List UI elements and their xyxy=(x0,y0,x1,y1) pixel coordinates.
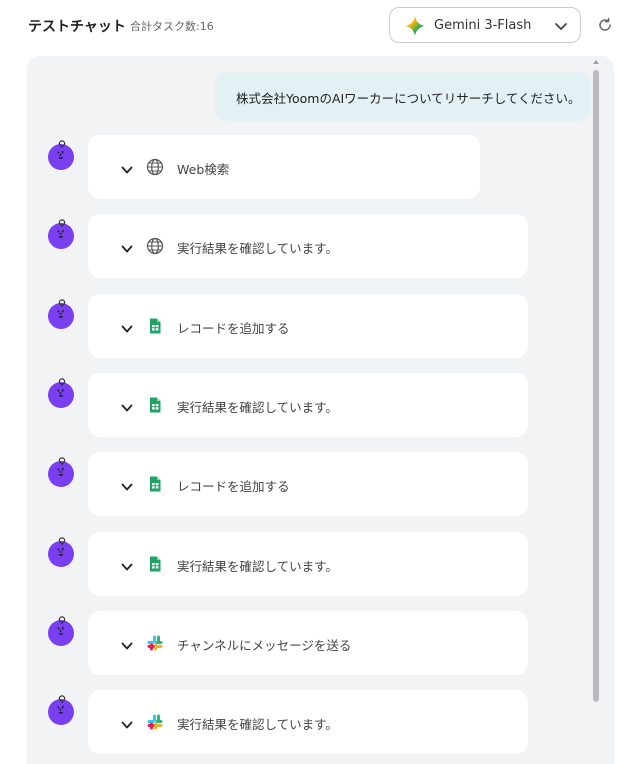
step-card[interactable]: 実行結果を確認しています。 xyxy=(88,214,528,279)
google-sheets-icon xyxy=(146,317,164,335)
step-card[interactable]: チャンネルにメッセージを送る xyxy=(88,610,528,675)
model-selector-label: Gemini 3-Flash xyxy=(434,18,532,33)
chevron-down-icon[interactable] xyxy=(121,240,133,253)
agent-avatar xyxy=(46,695,76,726)
google-sheets-icon xyxy=(146,555,164,573)
chevron-down-icon[interactable] xyxy=(121,558,133,570)
step-label: レコードを追加する xyxy=(177,320,290,336)
step-label: レコードを追加する xyxy=(177,479,290,495)
agent-avatar xyxy=(46,140,76,170)
scroll-up-arrow-icon[interactable] xyxy=(593,59,599,65)
chat-header: テストチャット 合計タスク数:16 Gemini 3-Flash xyxy=(0,0,633,56)
step-label: 実行結果を確認しています。 xyxy=(177,717,338,733)
agent-avatar xyxy=(46,219,76,250)
step-label: Web検索 xyxy=(177,162,230,177)
agent-avatar xyxy=(46,298,76,329)
chevron-down-icon xyxy=(555,23,567,30)
scrollbar-thumb[interactable] xyxy=(593,70,599,702)
step-label: 実行結果を確認しています。 xyxy=(177,558,338,574)
step-card[interactable]: 実行結果を確認しています。 xyxy=(88,690,528,755)
step-card[interactable]: レコードを追加する xyxy=(88,293,528,358)
refresh-icon[interactable] xyxy=(597,17,613,33)
step-card[interactable]: レコードを追加する xyxy=(88,452,528,517)
google-sheets-icon xyxy=(146,475,164,493)
chevron-down-icon[interactable] xyxy=(121,716,133,729)
globe-icon xyxy=(146,158,164,176)
agent-avatar xyxy=(46,378,76,408)
step-card[interactable]: 実行結果を確認しています。 xyxy=(88,372,528,437)
slack-icon xyxy=(146,634,164,652)
step-card[interactable]: 実行結果を確認しています。 xyxy=(88,531,528,596)
task-count: 合計タスク数:16 xyxy=(130,20,214,33)
agent-avatar xyxy=(46,536,76,567)
user-message-bubble: 株式会社YoomのAIワーカーについてリサーチしてください。 xyxy=(215,72,591,121)
google-sheets-icon xyxy=(146,396,164,414)
step-label: 実行結果を確認しています。 xyxy=(177,399,338,415)
step-card[interactable]: Web検索 xyxy=(88,135,480,199)
step-label: 実行結果を確認しています。 xyxy=(177,241,338,257)
chevron-down-icon[interactable] xyxy=(121,478,133,491)
gemini-sparkle-icon xyxy=(405,16,425,36)
page-title: テストチャット xyxy=(28,19,126,35)
globe-icon xyxy=(146,237,164,255)
model-selector[interactable]: Gemini 3-Flash xyxy=(389,7,581,43)
slack-icon xyxy=(146,713,164,731)
chevron-down-icon[interactable] xyxy=(121,161,133,174)
agent-avatar xyxy=(46,457,76,488)
chevron-down-icon[interactable] xyxy=(121,320,133,332)
chevron-down-icon[interactable] xyxy=(121,399,133,412)
chevron-down-icon[interactable] xyxy=(121,637,133,650)
step-label: チャンネルにメッセージを送る xyxy=(177,637,352,653)
agent-avatar xyxy=(46,616,76,646)
user-message-text: 株式会社YoomのAIワーカーについてリサーチしてください。 xyxy=(236,91,581,106)
